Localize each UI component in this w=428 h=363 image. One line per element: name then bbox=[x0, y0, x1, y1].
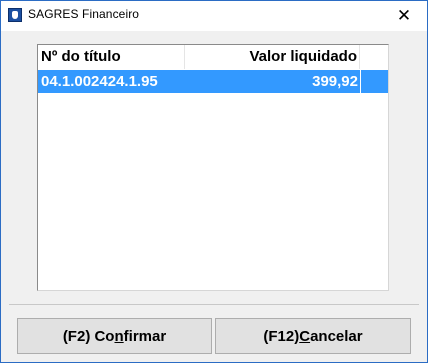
dialog-window: SAGRES Financeiro ✕ Nº do título Valor l… bbox=[0, 0, 428, 363]
app-shield-icon bbox=[8, 8, 22, 22]
close-icon: ✕ bbox=[396, 6, 412, 25]
cancel-label-suffix: ancelar bbox=[310, 327, 363, 345]
cell-valor: 399,92 bbox=[312, 73, 358, 90]
divider bbox=[9, 304, 419, 305]
confirm-label-suffix: firmar bbox=[123, 327, 167, 345]
cell-titulo: 04.1.002424.1.95 bbox=[41, 73, 158, 90]
confirm-label-prefix: (F2) Co bbox=[62, 327, 115, 345]
cancel-label-prefix: (F12) bbox=[263, 327, 300, 345]
cell-focus-marker bbox=[360, 70, 361, 93]
close-button[interactable]: ✕ bbox=[381, 1, 427, 31]
confirm-label-accel: n bbox=[114, 327, 124, 345]
confirm-button[interactable]: (F2) Co n firmar bbox=[17, 318, 212, 354]
window-title: SAGRES Financeiro bbox=[28, 7, 140, 21]
titles-list[interactable]: Nº do título Valor liquidado 04.1.002424… bbox=[37, 44, 389, 291]
cancel-button[interactable]: (F12) Cancelar bbox=[215, 318, 411, 354]
title-bar[interactable]: SAGRES Financeiro ✕ bbox=[1, 1, 427, 31]
column-header-titulo[interactable]: Nº do título bbox=[38, 45, 185, 69]
cancel-label-accel: C bbox=[299, 327, 311, 345]
column-header-valor[interactable]: Valor liquidado bbox=[185, 45, 360, 69]
table-row[interactable]: 04.1.002424.1.95 399,92 bbox=[38, 70, 388, 93]
list-header: Nº do título Valor liquidado bbox=[38, 45, 388, 70]
